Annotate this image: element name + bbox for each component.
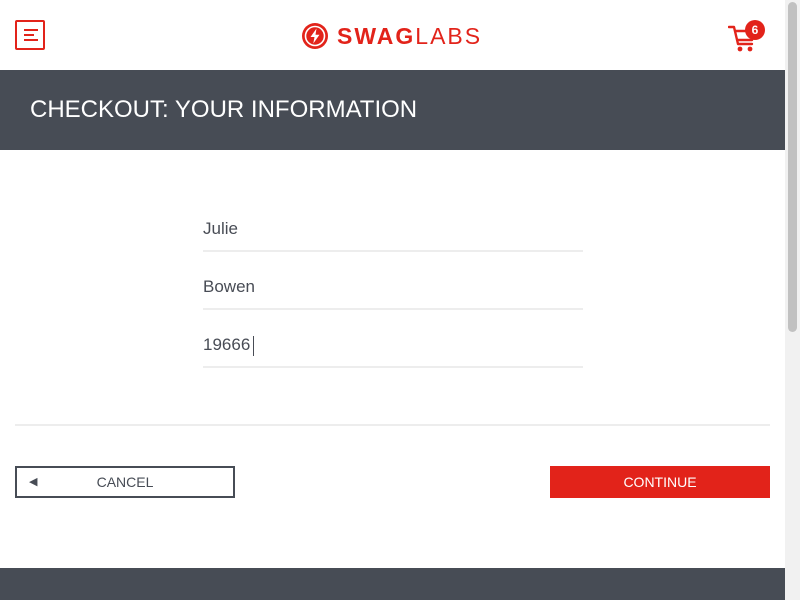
menu-button[interactable]: [15, 20, 45, 50]
hamburger-menu-icon: [24, 29, 38, 44]
header: SWAGLABS 6: [0, 0, 785, 70]
app-logo: SWAGLABS: [301, 20, 482, 52]
cancel-button[interactable]: ◀ CANCEL: [15, 466, 235, 498]
divider: [15, 424, 770, 426]
checkout-page: SWAGLABS 6 CHECKOUT: YOUR INFORMATION ◀ …: [0, 0, 800, 600]
logo-text-light: LABS: [415, 23, 483, 49]
postal-code-field[interactable]: [203, 324, 583, 368]
logo-text: SWAGLABS: [337, 20, 482, 52]
vertical-scrollbar[interactable]: [785, 0, 800, 600]
swag-labs-bolt-icon: [302, 23, 328, 49]
cancel-label: CANCEL: [96, 474, 154, 490]
title-bar: CHECKOUT: YOUR INFORMATION: [0, 70, 785, 150]
back-arrow-icon: ◀: [29, 476, 38, 488]
cart-badge: 6: [745, 20, 765, 40]
last-name-field[interactable]: [203, 266, 583, 310]
logo-text-bold: SWAG: [337, 23, 416, 49]
footer: [0, 568, 785, 600]
continue-button[interactable]: CONTINUE: [550, 466, 770, 498]
scrollbar-thumb[interactable]: [788, 2, 797, 332]
text-cursor: [253, 336, 254, 356]
page-title: CHECKOUT: YOUR INFORMATION: [30, 96, 418, 123]
first-name-field[interactable]: [203, 208, 583, 252]
